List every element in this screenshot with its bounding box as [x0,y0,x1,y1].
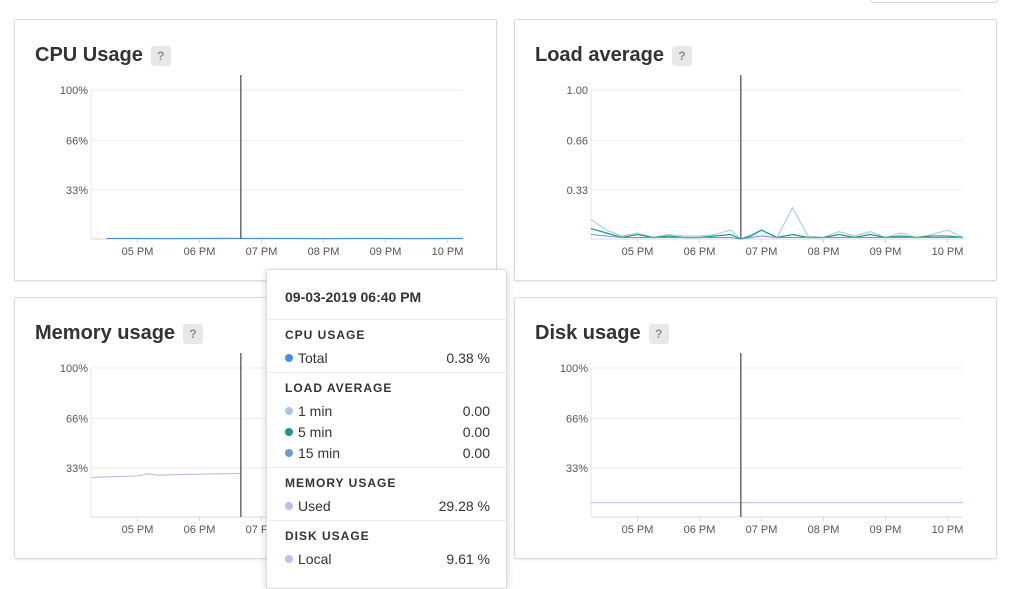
tooltip-section-title: CPU USAGE [285,328,490,342]
legend-dot-icon [285,449,293,457]
x-tick-label: 09 PM [870,246,902,258]
tooltip-row-label: Local [298,551,331,567]
y-tick-label: 33% [566,463,588,475]
tooltip-section-disk: DISK USAGE Local 9.61 % [267,521,506,573]
series-line-used [91,473,241,477]
cpu-usage-chart[interactable]: 33% 66% 100% 05 PM 06 PM 07 PM 08 PM 09 PM 10 PM [15,20,498,282]
x-tick-label: 07 PM [746,524,778,536]
tooltip-section-cpu: CPU USAGE Total 0.38 % [267,320,506,373]
x-tick-label: 07 PM [746,246,778,258]
y-tick-label: 66% [566,414,588,426]
x-tick-label: 10 PM [432,246,464,258]
legend-dot-icon [285,555,293,563]
tooltip-row-label: 15 min [298,445,340,461]
disk-usage-chart[interactable]: 33% 66% 100% 05 PM 06 PM 07 PM 08 PM 09 PM 10 PM [515,298,998,560]
tooltip-row-value: 29.28 % [439,498,490,514]
x-tick-label: 08 PM [308,246,340,258]
y-tick-label: 100% [560,363,588,375]
tooltip-row: 15 min 0.00 [285,442,490,463]
tooltip-row: 1 min 0.00 [285,400,490,421]
y-tick-label: 100% [60,363,88,375]
legend-dot-icon [285,428,293,436]
tooltip-section-memory: MEMORY USAGE Used 29.28 % [267,468,506,521]
x-tick-label: 10 PM [932,524,964,536]
y-tick-label: 66% [66,414,88,426]
tooltip-row: Used 29.28 % [285,495,490,516]
tooltip-row-value: 0.00 [463,445,490,461]
x-tick-label: 09 PM [870,524,902,536]
y-tick-label: 0.33 [567,185,588,197]
tooltip-row-label: 1 min [298,403,332,419]
tooltip-row-label: 5 min [298,424,332,440]
legend-dot-icon [285,407,293,415]
x-tick-label: 06 PM [184,246,216,258]
tooltip-section-title: MEMORY USAGE [285,476,490,490]
tooltip-section-title: DISK USAGE [285,529,490,543]
tooltip-row: Total 0.38 % [285,347,490,368]
disk-usage-panel: Disk usage ? 33%66%100%05 PM06 PM07 PM08… [514,297,997,559]
tooltip-row-value: 0.00 [463,403,490,419]
x-tick-label: 06 PM [684,524,716,536]
x-tick-label: 06 PM [184,524,216,536]
x-tick-label: 05 PM [622,524,654,536]
x-tick-label: 10 PM [932,246,964,258]
tooltip-section-title: LOAD AVERAGE [285,381,490,395]
tooltip-row-label: Used [298,498,331,514]
x-tick-label: 08 PM [808,246,840,258]
x-tick-label: 09 PM [370,246,402,258]
x-tick-label: 08 PM [808,524,840,536]
x-tick-label: 05 PM [622,246,654,258]
y-tick-label: 66% [66,136,88,148]
y-tick-label: 100% [60,85,88,97]
series-line-1-min [591,208,963,239]
x-tick-label: 05 PM [122,246,154,258]
tooltip-row-label: Total [298,350,328,366]
y-tick-label: 0.66 [567,136,588,148]
x-tick-label: 07 PM [246,246,278,258]
tooltip-row: Local 9.61 % [285,548,490,569]
y-tick-label: 33% [66,463,88,475]
tooltip-section-load: LOAD AVERAGE 1 min 0.00 5 min 0.00 15 mi… [267,373,506,468]
x-tick-label: 06 PM [684,246,716,258]
tooltip-row-value: 9.61 % [446,551,490,567]
time-range-select[interactable] [870,0,998,3]
y-tick-label: 33% [66,185,88,197]
chart-tooltip: 09-03-2019 06:40 PM CPU USAGE Total 0.38… [266,269,507,589]
cpu-usage-panel: CPU Usage ? 33%66%100%05 PM06 PM07 PM08 … [14,19,497,281]
legend-dot-icon [285,354,293,362]
x-tick-label: 05 PM [122,524,154,536]
y-tick-label: 1.00 [567,85,588,97]
tooltip-timestamp: 09-03-2019 06:40 PM [267,270,506,320]
tooltip-row-value: 0.38 % [446,350,490,366]
tooltip-row-value: 0.00 [463,424,490,440]
legend-dot-icon [285,502,293,510]
load-average-panel: Load average ? 0.330.661.0005 PM06 PM07 … [514,19,997,281]
tooltip-row: 5 min 0.00 [285,421,490,442]
load-average-chart[interactable]: 0.33 0.66 1.00 05 PM 06 PM 07 PM 08 PM 09 PM 10 … [515,20,998,282]
